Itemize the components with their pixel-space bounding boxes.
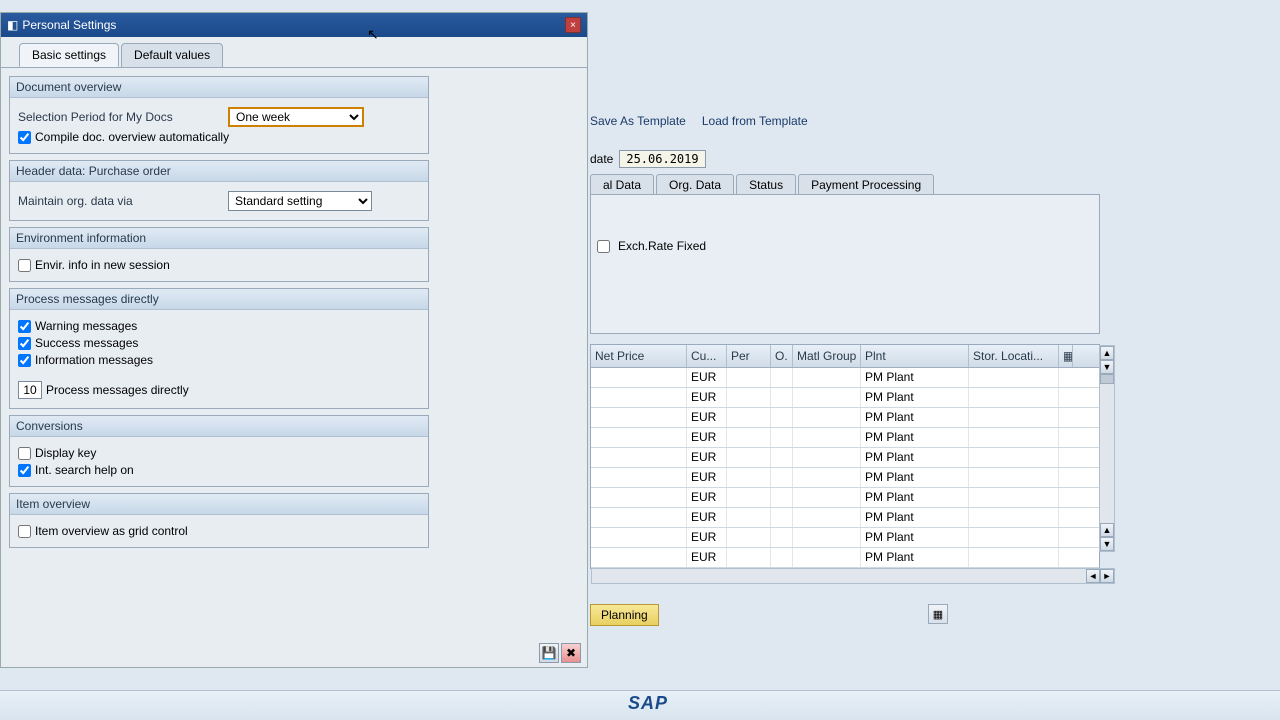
- col-config-icon[interactable]: ▦: [1059, 345, 1073, 367]
- int-search-label: Int. search help on: [35, 463, 134, 477]
- vertical-scrollbar[interactable]: ▲ ▼ ▲ ▼: [1099, 345, 1115, 552]
- group-header: Header data: Purchase order: [10, 161, 428, 182]
- table-row[interactable]: EURPM Plant: [591, 388, 1099, 408]
- compile-overview-checkbox[interactable]: [18, 131, 31, 144]
- header-tabs: al Data Org. Data Status Payment Process…: [590, 174, 936, 196]
- maintain-org-select[interactable]: Standard setting: [228, 191, 372, 211]
- maintain-org-label: Maintain org. data via: [18, 194, 228, 208]
- group-conversions: Conversions Display key Int. search help…: [9, 415, 429, 487]
- exch-rate-fixed-checkbox[interactable]: [597, 240, 610, 253]
- date-field-row: date 25.06.2019: [590, 150, 706, 168]
- group-header: Environment information: [10, 228, 428, 249]
- save-as-template-link[interactable]: Save As Template: [590, 114, 686, 128]
- cancel-icon: ✖: [566, 646, 576, 660]
- compile-overview-label: Compile doc. overview automatically: [35, 130, 229, 144]
- table-row[interactable]: EURPM Plant: [591, 468, 1099, 488]
- table-row[interactable]: EURPM Plant: [591, 508, 1099, 528]
- cancel-button[interactable]: ✖: [561, 643, 581, 663]
- grid-body: EURPM PlantEURPM PlantEURPM PlantEURPM P…: [591, 368, 1099, 568]
- item-grid: Net Price Cu... Per O. Matl Group Plnt S…: [590, 344, 1100, 569]
- date-label: date: [590, 152, 613, 166]
- col-per[interactable]: Per: [727, 345, 771, 367]
- grid-header: Net Price Cu... Per O. Matl Group Plnt S…: [591, 345, 1099, 368]
- group-header: Item overview: [10, 494, 428, 515]
- group-process-messages: Process messages directly Warning messag…: [9, 288, 429, 409]
- dialog-close-button[interactable]: ×: [565, 17, 581, 33]
- tab-org-data[interactable]: Org. Data: [656, 174, 734, 196]
- table-row[interactable]: EURPM Plant: [591, 528, 1099, 548]
- tab-basic-settings[interactable]: Basic settings: [19, 43, 119, 67]
- col-matl-group[interactable]: Matl Group: [793, 345, 861, 367]
- item-overview-grid-checkbox[interactable]: [18, 525, 31, 538]
- header-panel: Exch.Rate Fixed: [590, 194, 1100, 334]
- display-key-label: Display key: [35, 446, 96, 460]
- tab-status[interactable]: Status: [736, 174, 796, 196]
- col-currency[interactable]: Cu...: [687, 345, 727, 367]
- int-search-checkbox[interactable]: [18, 464, 31, 477]
- display-key-checkbox[interactable]: [18, 447, 31, 460]
- table-row[interactable]: EURPM Plant: [591, 448, 1099, 468]
- success-messages-checkbox[interactable]: [18, 337, 31, 350]
- col-plnt[interactable]: Plnt: [861, 345, 969, 367]
- settings-tabs: Basic settings Default values: [19, 43, 587, 67]
- information-messages-label: Information messages: [35, 353, 153, 367]
- template-toolbar: Save As Template Load from Template: [590, 114, 808, 128]
- process-count-input[interactable]: [18, 381, 42, 399]
- scroll-thumb[interactable]: [1100, 374, 1114, 384]
- scroll-up-end-icon[interactable]: ▲: [1100, 523, 1114, 537]
- save-button[interactable]: 💾: [539, 643, 559, 663]
- env-info-checkbox[interactable]: [18, 259, 31, 272]
- process-count-label: Process messages directly: [46, 383, 189, 397]
- group-header-data: Header data: Purchase order Maintain org…: [9, 160, 429, 221]
- sap-logo: SAP: [628, 693, 668, 714]
- group-item-overview: Item overview Item overview as grid cont…: [9, 493, 429, 548]
- save-icon: 💾: [542, 646, 557, 660]
- warning-messages-checkbox[interactable]: [18, 320, 31, 333]
- col-stor-location[interactable]: Stor. Locati...: [969, 345, 1059, 367]
- group-header: Process messages directly: [10, 289, 428, 310]
- group-document-overview: Document overview Selection Period for M…: [9, 76, 429, 154]
- table-row[interactable]: EURPM Plant: [591, 488, 1099, 508]
- information-messages-checkbox[interactable]: [18, 354, 31, 367]
- planning-button[interactable]: Planning: [590, 604, 659, 626]
- table-row[interactable]: EURPM Plant: [591, 428, 1099, 448]
- success-messages-label: Success messages: [35, 336, 138, 350]
- tab-additional-data[interactable]: al Data: [590, 174, 654, 196]
- horizontal-scrollbar[interactable]: ◄ ►: [591, 568, 1115, 584]
- scroll-left-icon[interactable]: ◄: [1086, 569, 1100, 583]
- table-row[interactable]: EURPM Plant: [591, 548, 1099, 568]
- scroll-up-icon[interactable]: ▲: [1100, 346, 1114, 360]
- dialog-footer: 💾 ✖: [539, 643, 581, 663]
- group-header: Document overview: [10, 77, 428, 98]
- dialog-icon: ◧: [7, 18, 18, 32]
- date-input[interactable]: 25.06.2019: [619, 150, 705, 168]
- col-net-price[interactable]: Net Price: [591, 345, 687, 367]
- selection-period-select[interactable]: One week: [228, 107, 364, 127]
- tab-payment-processing[interactable]: Payment Processing: [798, 174, 934, 196]
- dialog-titlebar[interactable]: ◧ Personal Settings ×: [1, 13, 587, 37]
- scroll-down-icon[interactable]: ▼: [1100, 537, 1114, 551]
- selection-period-label: Selection Period for My Docs: [18, 110, 228, 124]
- scroll-down-step-icon[interactable]: ▼: [1100, 360, 1114, 374]
- dialog-title: Personal Settings: [22, 18, 116, 32]
- exch-rate-fixed-label: Exch.Rate Fixed: [618, 239, 706, 253]
- warning-messages-label: Warning messages: [35, 319, 137, 333]
- scroll-right-icon[interactable]: ►: [1100, 569, 1114, 583]
- dialog-body: Document overview Selection Period for M…: [1, 67, 587, 667]
- expand-icon[interactable]: ▦: [928, 604, 948, 624]
- tab-default-values[interactable]: Default values: [121, 43, 223, 67]
- item-overview-grid-label: Item overview as grid control: [35, 524, 188, 538]
- personal-settings-dialog: ◧ Personal Settings × Basic settings Def…: [0, 12, 588, 668]
- group-environment: Environment information Envir. info in n…: [9, 227, 429, 282]
- group-header: Conversions: [10, 416, 428, 437]
- load-from-template-link[interactable]: Load from Template: [702, 114, 808, 128]
- env-info-label: Envir. info in new session: [35, 258, 170, 272]
- table-row[interactable]: EURPM Plant: [591, 368, 1099, 388]
- table-row[interactable]: EURPM Plant: [591, 408, 1099, 428]
- col-o[interactable]: O.: [771, 345, 793, 367]
